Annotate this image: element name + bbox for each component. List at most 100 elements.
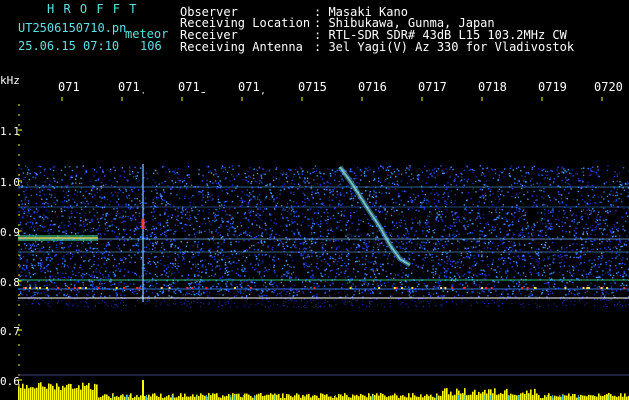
noise-pixel — [94, 215, 96, 217]
noise-pixel — [112, 283, 114, 286]
noise-pixel — [519, 249, 521, 251]
noise-pixel — [392, 221, 394, 223]
noise-pixel — [241, 296, 243, 298]
noise-pixel — [88, 211, 91, 213]
noise-pixel — [433, 232, 435, 234]
noise-pixel — [134, 261, 136, 263]
noise-pixel — [516, 204, 518, 206]
noise-pixel — [255, 255, 257, 258]
noise-pixel — [259, 226, 261, 229]
noise-pixel — [459, 172, 462, 174]
noise-pixel — [70, 276, 72, 279]
noise-pixel — [624, 183, 627, 185]
noise-pixel — [97, 229, 99, 231]
noise-pixel — [225, 200, 227, 203]
noise-pixel — [198, 173, 200, 175]
noise-pixel — [35, 245, 38, 247]
noise-pixel — [48, 284, 51, 286]
noise-pixel — [225, 270, 228, 272]
noise-pixel — [296, 291, 298, 293]
noise-pixel — [586, 233, 588, 235]
noise-pixel — [211, 265, 214, 268]
noise-pixel — [437, 194, 439, 196]
noise-pixel — [499, 228, 501, 230]
noise-pixel — [626, 235, 628, 237]
noise-pixel — [511, 188, 514, 190]
noise-pixel — [615, 200, 617, 203]
noise-pixel — [224, 272, 226, 275]
noise-pixel — [518, 281, 521, 284]
noise-pixel — [200, 231, 202, 233]
noise-pixel — [569, 280, 571, 283]
noise-pixel — [449, 257, 451, 259]
noise-pixel — [493, 285, 496, 287]
noise-pixel — [537, 260, 539, 262]
noise-pixel — [572, 198, 575, 201]
noise-pixel — [178, 180, 180, 182]
noise-pixel — [524, 214, 526, 216]
noise-pixel — [254, 198, 256, 200]
noise-pixel — [298, 215, 300, 217]
noise-pixel — [211, 231, 213, 233]
noise-pixel — [214, 215, 216, 217]
noise-pixel — [190, 293, 192, 296]
noise-pixel — [375, 192, 377, 194]
noise-pixel — [134, 233, 136, 236]
noise-pixel — [437, 247, 440, 250]
noise-pixel — [279, 235, 281, 237]
noise-pixel — [252, 190, 254, 192]
noise-pixel — [505, 269, 507, 272]
noise-pixel — [117, 245, 120, 247]
noise-pixel — [549, 178, 551, 181]
noise-pixel — [134, 290, 136, 292]
noise-pixel — [408, 294, 410, 296]
noise-pixel — [82, 165, 84, 167]
noise-pixel — [302, 248, 305, 250]
noise-pixel — [531, 195, 533, 197]
noise-pixel — [517, 180, 519, 182]
noise-pixel — [391, 264, 393, 266]
noise-pixel — [475, 191, 477, 193]
noise-pixel — [107, 277, 109, 279]
noise-pixel — [356, 178, 358, 180]
noise-pixel — [531, 178, 533, 180]
noise-pixel — [531, 294, 534, 296]
noise-pixel — [192, 245, 195, 247]
noise-pixel — [104, 218, 106, 220]
noise-pixel — [313, 171, 316, 173]
noise-pixel — [46, 268, 48, 270]
noise-pixel — [52, 275, 54, 277]
noise-pixel — [450, 183, 452, 186]
noise-pixel — [60, 169, 63, 172]
noise-pixel — [152, 219, 154, 221]
noise-pixel — [593, 210, 595, 213]
noise-pixel — [259, 214, 261, 217]
noise-pixel — [381, 211, 384, 213]
noise-pixel — [176, 225, 179, 227]
noise-pixel — [560, 261, 562, 264]
noise-pixel — [354, 235, 356, 237]
noise-pixel — [520, 232, 522, 234]
noise-pixel — [342, 180, 344, 182]
noise-pixel — [350, 197, 353, 200]
noise-pixel — [80, 256, 83, 258]
noise-pixel — [283, 285, 285, 287]
noise-pixel — [269, 189, 271, 191]
noise-pixel — [247, 201, 250, 203]
noise-pixel — [546, 296, 548, 298]
noise-pixel — [456, 217, 458, 219]
noise-pixel — [347, 275, 349, 278]
noise-pixel — [221, 190, 223, 192]
noise-pixel — [610, 190, 612, 192]
noise-pixel — [74, 193, 76, 195]
noise-pixel — [386, 258, 389, 260]
noise-pixel — [44, 276, 47, 279]
noise-pixel — [517, 166, 520, 169]
noise-pixel — [401, 191, 404, 193]
noise-pixel — [88, 260, 90, 262]
noise-pixel — [42, 214, 45, 216]
noise-pixel — [459, 276, 461, 278]
noise-pixel — [189, 219, 191, 221]
noise-pixel — [101, 217, 103, 219]
noise-pixel — [304, 216, 307, 218]
